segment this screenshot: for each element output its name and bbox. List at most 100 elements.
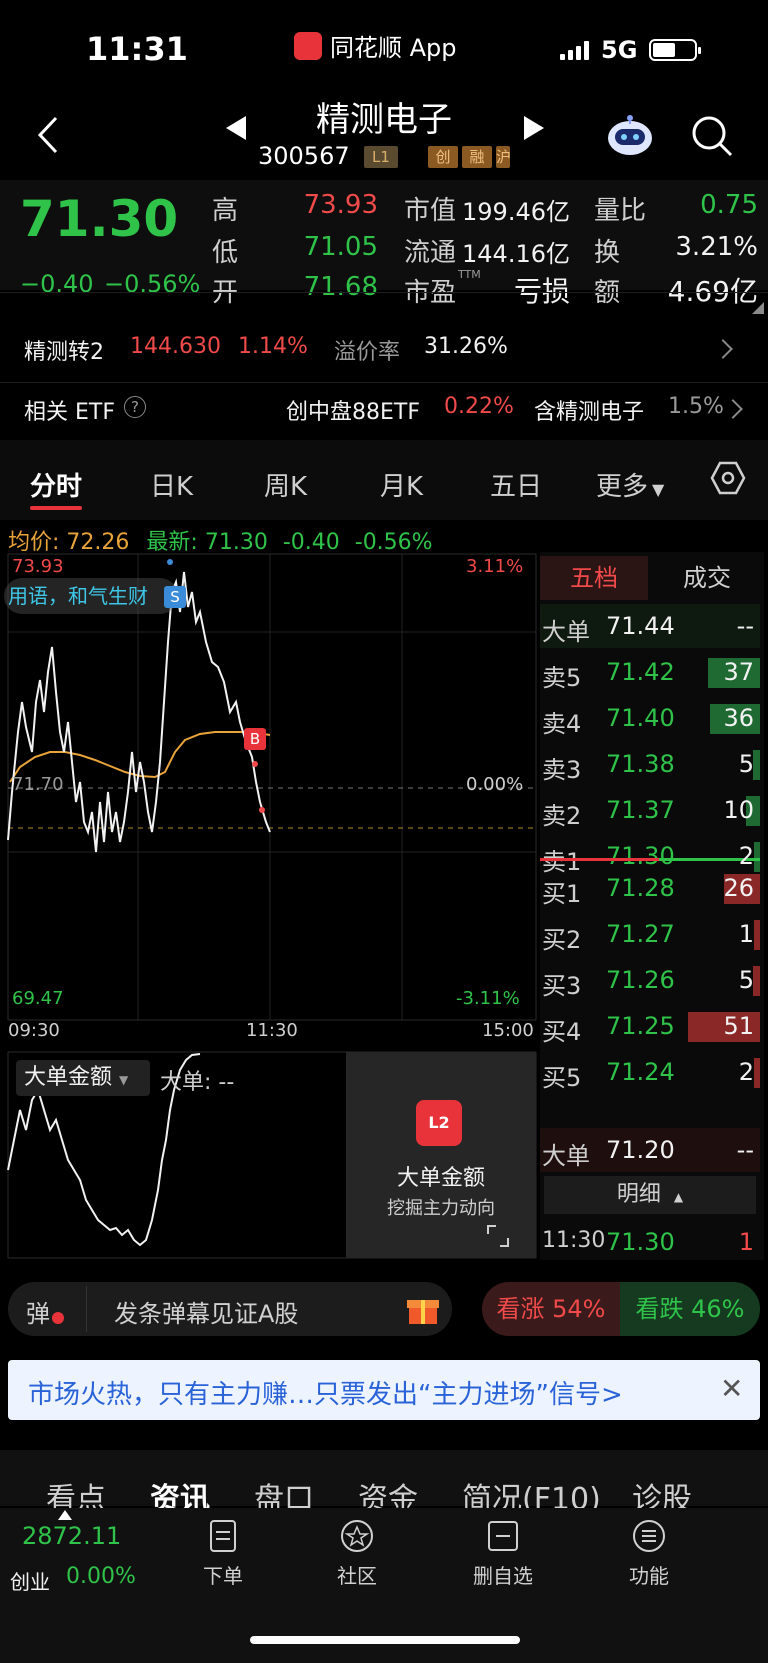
tab-more[interactable]: 更多 ▼ bbox=[596, 466, 664, 503]
sell-marker[interactable]: S bbox=[164, 586, 186, 608]
float-label: 流通 bbox=[404, 238, 457, 268]
bid-level-qty: 5 bbox=[738, 966, 754, 994]
bullish-button[interactable]: 看涨 54% bbox=[482, 1282, 620, 1336]
danmu-input-bar[interactable]: 弹 发条弹幕见证A股 bbox=[8, 1282, 452, 1336]
ask-level-row[interactable]: 卖5 71.42 37 bbox=[540, 650, 760, 694]
caret-down-icon: ▼ bbox=[652, 480, 665, 499]
caret-up-icon: ▲ bbox=[673, 1190, 684, 1204]
signal-icon bbox=[560, 40, 589, 60]
nav-remove-watchlist[interactable]: 删自选 bbox=[458, 1518, 548, 1589]
bid-level-price: 71.27 bbox=[606, 920, 675, 948]
ask-level-label: 卖3 bbox=[542, 756, 582, 784]
turnover-value: 3.21% bbox=[675, 232, 758, 262]
star-chat-icon bbox=[341, 1520, 373, 1552]
bid-level-label: 买1 bbox=[542, 880, 582, 908]
chevron-right-icon bbox=[713, 339, 733, 359]
app-icon bbox=[294, 31, 322, 60]
buy-marker[interactable]: B bbox=[244, 728, 266, 750]
ask-level-price: 71.38 bbox=[606, 750, 675, 778]
document-icon bbox=[210, 1520, 236, 1552]
price-line bbox=[7, 571, 271, 853]
index-value[interactable]: 2872.11 bbox=[22, 1522, 121, 1550]
danmu-toggle-dot bbox=[52, 1312, 64, 1324]
ask-level-price: 71.40 bbox=[606, 704, 675, 732]
stock-code: 300567 bbox=[258, 142, 350, 170]
robot-assistant-icon[interactable] bbox=[604, 112, 656, 158]
tab-intraday[interactable]: 分时 bbox=[30, 466, 82, 503]
tab-monthly-k[interactable]: 月K bbox=[380, 466, 423, 503]
time-end: 15:00 bbox=[482, 1020, 534, 1041]
bid-level-row[interactable]: 买2 71.27 1 bbox=[540, 912, 760, 956]
expand-quote-icon[interactable] bbox=[752, 302, 764, 314]
bid-level-qty: 2 bbox=[738, 1058, 754, 1086]
tag-connect: 沪 bbox=[496, 146, 510, 168]
change-percent: −0.56% bbox=[104, 270, 201, 298]
l2-promo-card[interactable]: L2 大单金额 挖掘主力动向 bbox=[346, 1052, 536, 1258]
expand-icon[interactable] bbox=[486, 1224, 510, 1248]
nav-functions-label: 功能 bbox=[629, 1564, 669, 1588]
danmu-icon: 弹 bbox=[26, 1300, 50, 1328]
tag-chinext: 创 bbox=[428, 146, 458, 168]
tab-daily-k[interactable]: 日K bbox=[150, 466, 193, 503]
close-icon[interactable]: ✕ bbox=[720, 1372, 743, 1405]
big-order-selector[interactable]: 大单金额 ▼ bbox=[16, 1060, 150, 1096]
ask-level-row[interactable]: 卖4 71.40 36 bbox=[540, 696, 760, 740]
search-icon[interactable] bbox=[690, 114, 734, 158]
intraday-chart[interactable] bbox=[0, 552, 540, 1042]
trade-qty: 1 bbox=[738, 1228, 754, 1256]
bond-pct: 1.14% bbox=[238, 334, 308, 359]
chart-high-label: 73.93 bbox=[12, 556, 64, 577]
tab-trades[interactable]: 成交 bbox=[654, 556, 760, 600]
time-mid: 11:30 bbox=[246, 1020, 298, 1041]
high-label: 高 bbox=[212, 196, 239, 226]
volume-ratio-value: 0.75 bbox=[700, 190, 758, 220]
open-value: 71.68 bbox=[303, 272, 378, 302]
network-label: 5G bbox=[601, 36, 638, 64]
bid-level-row[interactable]: 买1 71.28 26 bbox=[540, 866, 760, 910]
ask-level-row[interactable]: 卖2 71.37 10 bbox=[540, 788, 760, 832]
next-stock-button[interactable] bbox=[524, 116, 544, 140]
float-value: 144.16亿 bbox=[462, 240, 570, 268]
ask-level-qty: 36 bbox=[723, 704, 754, 732]
bid-level-label: 买5 bbox=[542, 1064, 582, 1092]
bid-level-row[interactable]: 买5 71.24 2 bbox=[540, 1050, 760, 1094]
ask-level-label: 卖2 bbox=[542, 802, 582, 830]
home-indicator bbox=[250, 1636, 520, 1644]
nav-community[interactable]: 社区 bbox=[312, 1518, 402, 1589]
chart-settings-icon[interactable] bbox=[710, 460, 746, 496]
l2-icon: L2 bbox=[416, 1100, 462, 1146]
tab-weekly-k[interactable]: 周K bbox=[264, 466, 307, 503]
big-order-value: 大单: -- bbox=[160, 1070, 235, 1095]
trade-price: 71.30 bbox=[606, 1228, 675, 1256]
tab-more-label: 更多 bbox=[596, 472, 649, 502]
status-app-name: 同花顺 App bbox=[330, 34, 457, 62]
bid-level-row[interactable]: 买4 71.25 51 bbox=[540, 1004, 760, 1048]
help-icon[interactable]: ? bbox=[124, 396, 146, 418]
danmu-ticker[interactable]: 用语，和气生财 bbox=[4, 578, 178, 614]
nav-functions[interactable]: 功能 bbox=[604, 1518, 694, 1589]
bid-level-row[interactable]: 买3 71.26 5 bbox=[540, 958, 760, 1002]
ask-level-row[interactable]: 卖3 71.38 5 bbox=[540, 742, 760, 786]
gift-icon[interactable] bbox=[406, 1292, 440, 1326]
big-buy-qty: -- bbox=[736, 1136, 754, 1164]
chevron-right-icon bbox=[723, 399, 743, 419]
bid-level-qty: 1 bbox=[738, 920, 754, 948]
bid-level-price: 71.28 bbox=[606, 874, 675, 902]
status-time: 11:31 bbox=[86, 30, 188, 68]
caret-up-icon bbox=[58, 1510, 72, 1520]
bid-volume-bar bbox=[754, 920, 760, 950]
pe-label: 市盈 bbox=[404, 278, 457, 308]
etf-weight: 1.5% bbox=[668, 394, 724, 419]
promo-text[interactable]: 市场火热，只有主力赚…只票发出“主力进场”信号> bbox=[28, 1374, 623, 1411]
tag-l1[interactable]: L1 bbox=[364, 146, 398, 168]
bid-level-label: 买4 bbox=[542, 1018, 582, 1046]
bearish-button[interactable]: 看跌 46% bbox=[620, 1282, 760, 1336]
pe-value: 亏损 bbox=[513, 275, 570, 308]
nav-order[interactable]: 下单 bbox=[178, 1518, 268, 1589]
detail-button[interactable]: 明细 ▲ bbox=[544, 1176, 756, 1214]
prev-stock-button[interactable] bbox=[226, 116, 246, 140]
nav-remove-watchlist-label: 删自选 bbox=[473, 1564, 533, 1588]
big-sell-qty: -- bbox=[736, 612, 754, 640]
tab-five-levels[interactable]: 五档 bbox=[540, 556, 648, 600]
tab-five-day[interactable]: 五日 bbox=[490, 466, 542, 503]
